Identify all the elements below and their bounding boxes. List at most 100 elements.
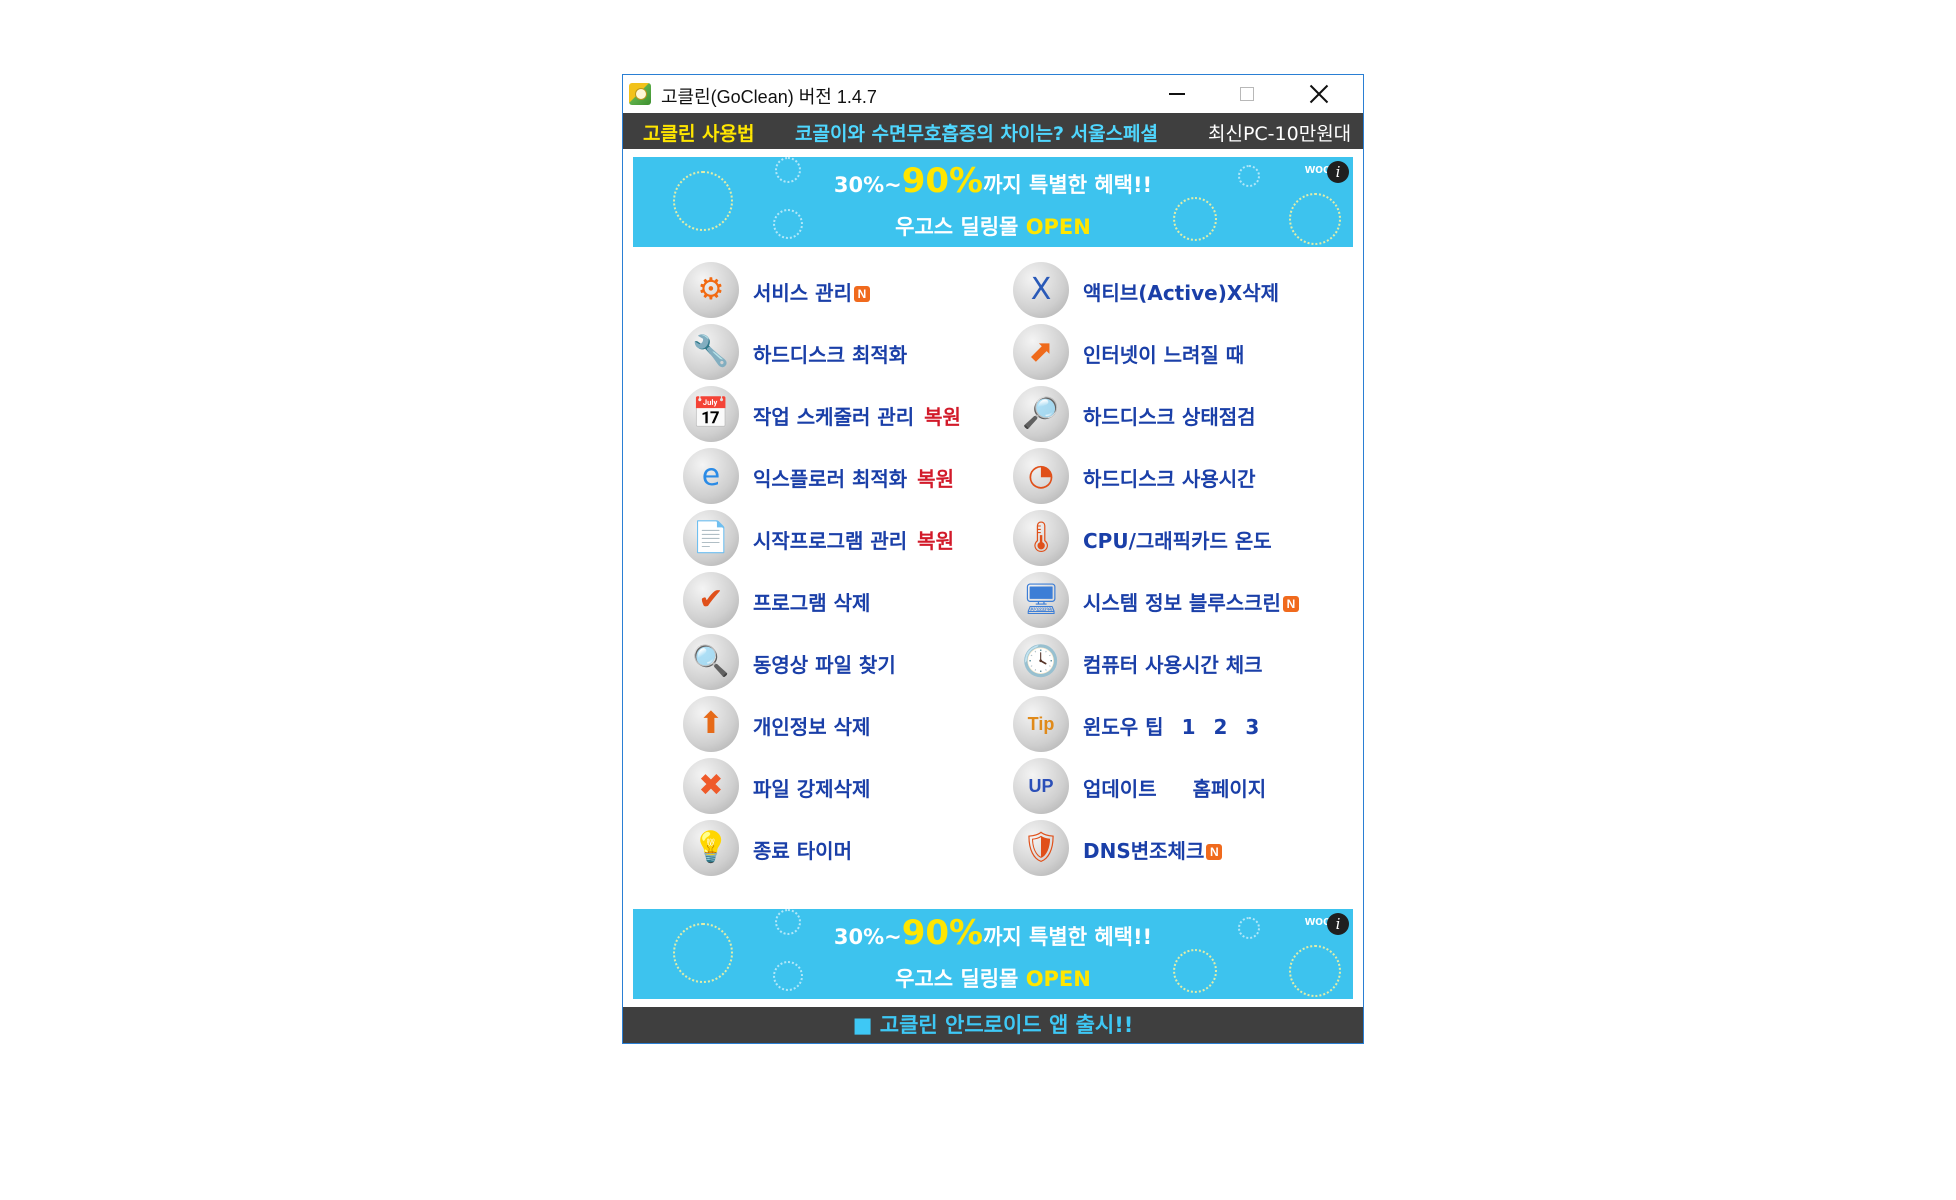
menu-item[interactable]: e 익스플로러 최적화 복원 [683, 445, 1003, 507]
menu-item-label: 시작프로그램 관리 복원 [753, 525, 954, 554]
update-icon: UP [1013, 758, 1069, 814]
checklist-icon-glyph: ✔ [698, 582, 724, 617]
banner-subline: 우고스 딜링몰 OPEN [633, 211, 1353, 241]
homepage-link[interactable]: 홈페이지 [1193, 777, 1267, 801]
menu-item[interactable]: 🌡 CPU/그래픽카드 온도 [1013, 507, 1333, 569]
menu-item[interactable]: 📅 작업 스케줄러 관리 복원 [683, 383, 1003, 445]
disk-clock-icon: ◔ [1013, 448, 1069, 504]
menu-item-label: 작업 스케줄러 관리 복원 [753, 401, 961, 430]
ie-icon-glyph: e [701, 458, 721, 493]
gear-icon: ⚙ [683, 262, 739, 318]
news-link[interactable]: 코골이와 수면무호흡증의 차이는? 서울스페셜 [795, 119, 1158, 146]
banner-percent: 90% [901, 161, 984, 201]
banner-prefix: 30%~ [833, 173, 902, 197]
tip-icon: Tip [1013, 696, 1069, 752]
menu-item[interactable]: ◔ 하드디스크 사용시간 [1013, 445, 1333, 507]
howto-link[interactable]: 고클린 사용법 [643, 119, 755, 146]
maximize-button[interactable] [1213, 75, 1281, 113]
menu-item-text: 하드디스크 사용시간 [1083, 467, 1256, 491]
menu-item[interactable]: ✔ 프로그램 삭제 [683, 569, 1003, 631]
menu-item-text: CPU/그래픽카드 온도 [1083, 529, 1272, 553]
banner-headline: 30%~90%까지 특별한 혜택!! [633, 913, 1353, 953]
menu-item-text: 익스플로러 최적화 [753, 467, 908, 491]
menu-item[interactable]: 🔧 하드디스크 최적화 [683, 321, 1003, 383]
shield-icon-glyph: 🛡 [1021, 830, 1061, 865]
menu-item-label: 파일 강제삭제 [753, 773, 870, 802]
menu-item[interactable]: 🖥 시스템 정보 블루스크린 N [1013, 569, 1333, 631]
menu-item[interactable]: 🕓 컴퓨터 사용시간 체크 [1013, 631, 1333, 693]
menu-item-text: 하드디스크 상태점검 [1083, 405, 1256, 429]
minimize-button[interactable] [1143, 75, 1211, 113]
menu-item[interactable]: ⬆ 개인정보 삭제 [683, 693, 1003, 755]
wrench-disk-icon: 🔧 [683, 324, 739, 380]
menu-item-text: 작업 스케줄러 관리 [753, 405, 915, 429]
close-icon [1309, 84, 1329, 104]
restore-link[interactable]: 복원 [924, 405, 961, 429]
tip-page-link[interactable]: 1 [1182, 715, 1196, 739]
menu-item-label: CPU/그래픽카드 온도 [1083, 525, 1272, 554]
restore-link[interactable]: 복원 [917, 467, 954, 491]
ad-banner-bottom[interactable]: 30%~90%까지 특별한 혜택!! 우고스 딜링몰 OPEN woo i [633, 909, 1353, 999]
menu-item-label: 하드디스크 최적화 [753, 339, 907, 368]
menu-item[interactable]: 🔎 하드디스크 상태점검 [1013, 383, 1333, 445]
menu-item-label: 프로그램 삭제 [753, 587, 870, 616]
document-icon: 📄 [683, 510, 739, 566]
clock-icon: 🕓 [1013, 634, 1069, 690]
menu-item-text: 윈도우 팁 [1083, 715, 1164, 739]
banner-suffix: 까지 특별한 혜택!! [983, 925, 1153, 949]
menu-item-text: DNS변조체크 [1083, 839, 1205, 863]
menu-item[interactable]: ⬈ 인터넷이 느려질 때 [1013, 321, 1333, 383]
info-icon[interactable]: i [1327, 913, 1349, 935]
menu-item[interactable]: 🔍 동영상 파일 찾기 [683, 631, 1003, 693]
window-title: 고클린(GoClean) 버전 1.4.7 [661, 87, 877, 107]
delete-x-icon: ✖ [683, 758, 739, 814]
pc-ad-link[interactable]: 최신PC-10만원대 [1208, 119, 1351, 146]
menu-item[interactable]: 💡 종료 타이머 [683, 817, 1003, 879]
ad-banner-top[interactable]: 30%~90%까지 특별한 혜택!! 우고스 딜링몰 OPEN woo i [633, 157, 1353, 247]
close-button[interactable] [1285, 75, 1353, 113]
disk-clock-icon-glyph: ◔ [1027, 458, 1055, 493]
bulb-timer-icon-glyph: 💡 [692, 830, 730, 865]
document-icon-glyph: 📄 [692, 520, 730, 555]
menu-item[interactable]: 🛡 DNS변조체크 N [1013, 817, 1333, 879]
menu-item-text: 동영상 파일 찾기 [753, 653, 896, 677]
menu-item-label: 업데이트 홈페이지 [1083, 773, 1266, 802]
magnifier-icon: 🔍 [683, 634, 739, 690]
scheduler-icon-glyph: 📅 [692, 396, 730, 431]
tip-page-link[interactable]: 3 [1245, 715, 1259, 739]
menu-item[interactable]: 📄 시작프로그램 관리 복원 [683, 507, 1003, 569]
tip-page-link[interactable]: 2 [1214, 715, 1228, 739]
menu-item-label: 개인정보 삭제 [753, 711, 870, 740]
menu-item-text: 종료 타이머 [753, 839, 852, 863]
menu-item[interactable]: X 액티브(Active)X삭제 [1013, 259, 1333, 321]
menu-item[interactable]: UP 업데이트 홈페이지 [1013, 755, 1333, 817]
privacy-icon: ⬆ [683, 696, 739, 752]
info-icon[interactable]: i [1327, 161, 1349, 183]
menu-item[interactable]: ✖ 파일 강제삭제 [683, 755, 1003, 817]
tip-icon-glyph: Tip [1027, 714, 1055, 734]
banner-mall: 우고스 딜링몰 [895, 967, 1026, 991]
menu-item-label: 시스템 정보 블루스크린 N [1083, 587, 1299, 616]
banner-subline: 우고스 딜링몰 OPEN [633, 963, 1353, 993]
banner-headline: 30%~90%까지 특별한 혜택!! [633, 161, 1353, 201]
new-badge: N [1282, 596, 1299, 612]
restore-link[interactable]: 복원 [917, 529, 954, 553]
privacy-icon-glyph: ⬆ [698, 706, 724, 741]
menu-item-label: 하드디스크 사용시간 [1083, 463, 1256, 492]
menu-item[interactable]: Tip 윈도우 팁 123 [1013, 693, 1333, 755]
activex-icon: X [1013, 262, 1069, 318]
menu-item-text: 컴퓨터 사용시간 체크 [1083, 653, 1263, 677]
android-app-notice[interactable]: ■ 고클린 안드로이드 앱 출시!! [623, 1007, 1363, 1043]
menu-item-label: 종료 타이머 [753, 835, 852, 864]
shield-icon: 🛡 [1013, 820, 1069, 876]
banner-percent: 90% [901, 913, 984, 953]
thermometer-icon-glyph: 🌡 [1021, 520, 1061, 555]
menu-item[interactable]: ⚙ 서비스 관리 N [683, 259, 1003, 321]
computer-icon-glyph: 🖥 [1021, 582, 1061, 617]
ie-icon: e [683, 448, 739, 504]
menu-item-label: 컴퓨터 사용시간 체크 [1083, 649, 1263, 678]
menu-item-text: 액티브(Active)X삭제 [1083, 281, 1280, 305]
disk-search-icon-glyph: 🔎 [1022, 396, 1060, 431]
banner-suffix: 까지 특별한 혜택!! [983, 173, 1153, 197]
menu-item-label: 익스플로러 최적화 복원 [753, 463, 954, 492]
